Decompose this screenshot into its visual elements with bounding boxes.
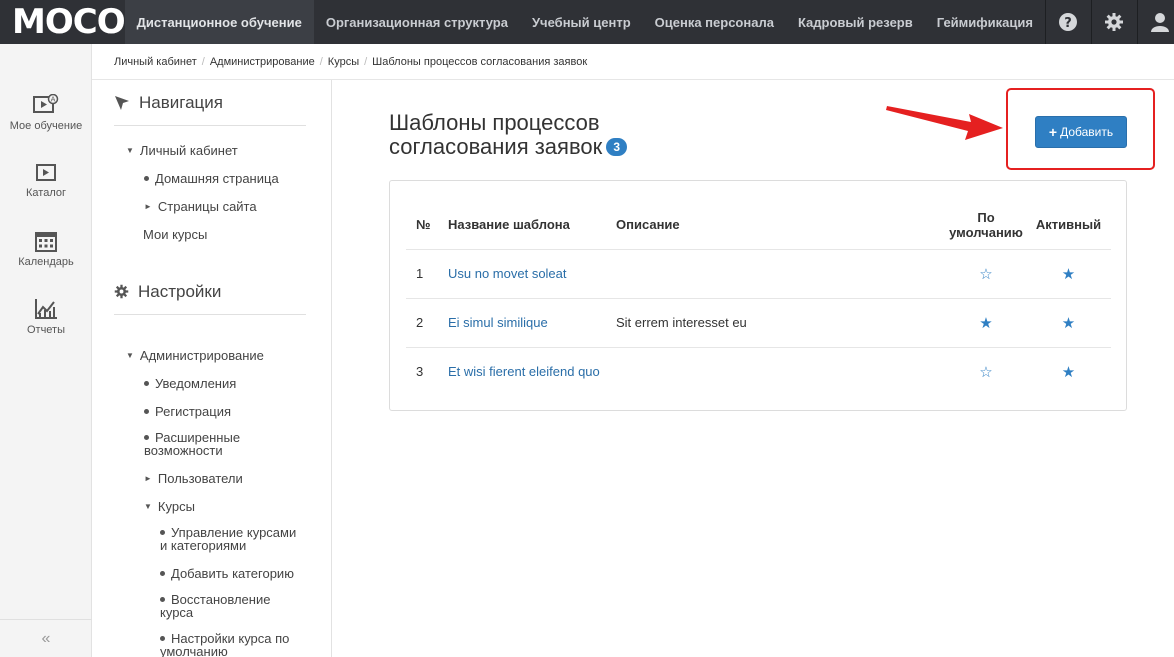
sidebar-item-course-restore[interactable]: Восстановление курса bbox=[160, 593, 270, 619]
sidebar-item-extended-features[interactable]: Расширенные возможности bbox=[144, 431, 240, 457]
sidebar-item-administration[interactable]: ▼ Администрирование bbox=[126, 349, 264, 364]
star-filled-icon[interactable]: ★ bbox=[1062, 266, 1075, 283]
templates-table: № Название шаблона Описание По умолчанию … bbox=[406, 201, 1111, 396]
star-filled-icon[interactable]: ★ bbox=[1062, 315, 1075, 332]
learning-icon: A bbox=[33, 94, 59, 113]
sidebar-item-users[interactable]: ► Пользователи bbox=[144, 472, 243, 487]
template-name-link[interactable]: Ei simul similique bbox=[448, 315, 548, 330]
rail-item-reports[interactable]: Отчеты bbox=[0, 298, 92, 336]
row-num: 3 bbox=[416, 364, 424, 380]
nav-personnel-assessment[interactable]: Оценка персонала bbox=[643, 0, 786, 44]
add-button[interactable]: + Добавить bbox=[1035, 116, 1127, 148]
page-title: Шаблоны процессов согласования заявок 3 bbox=[389, 111, 628, 159]
star-filled-icon[interactable]: ★ bbox=[979, 315, 992, 332]
catalog-icon bbox=[36, 164, 56, 181]
plus-icon: + bbox=[1048, 124, 1058, 140]
top-navbar: MOCO Дистанционное обучение Организацион… bbox=[0, 0, 1174, 44]
rail-item-calendar[interactable]: Календарь bbox=[0, 230, 92, 268]
col-name[interactable]: Название шаблона bbox=[448, 201, 616, 250]
sidebar-item-notifications[interactable]: Уведомления bbox=[144, 377, 236, 390]
templates-table-card: № Название шаблона Описание По умолчанию … bbox=[389, 180, 1127, 411]
moco-logo[interactable]: MOCO bbox=[0, 0, 126, 44]
gear-icon[interactable] bbox=[1090, 0, 1137, 44]
svg-text:?: ? bbox=[1065, 16, 1073, 31]
sidebar-item-my-courses[interactable]: Мои курсы bbox=[143, 228, 207, 241]
breadcrumb-administration[interactable]: Администрирование bbox=[210, 56, 315, 68]
sidebar: Навигация ▼ Личный кабинет Домашняя стран… bbox=[92, 80, 332, 657]
row-description bbox=[616, 249, 946, 299]
rail-item-my-learning[interactable]: A Мое обучение bbox=[0, 94, 92, 132]
star-outline-icon[interactable]: ☆ bbox=[979, 266, 992, 283]
sidebar-item-site-pages[interactable]: ► Страницы сайта bbox=[144, 200, 257, 215]
gear-icon bbox=[114, 284, 129, 299]
nav-distance-learning[interactable]: Дистанционное обучение bbox=[124, 0, 314, 44]
svg-text:A: A bbox=[51, 96, 56, 104]
star-outline-icon[interactable]: ☆ bbox=[979, 364, 992, 381]
table-row: 1 Usu no movet soleat ☆ ★ bbox=[406, 249, 1111, 299]
reports-icon bbox=[35, 299, 57, 319]
sidebar-item-cabinet[interactable]: ▼ Личный кабинет bbox=[126, 144, 238, 159]
user-icon[interactable] bbox=[1136, 0, 1174, 44]
nav-org-structure[interactable]: Организационная структура bbox=[314, 0, 520, 44]
sidebar-item-courses[interactable]: ▼ Курсы bbox=[144, 500, 195, 515]
col-num[interactable]: № bbox=[406, 201, 448, 250]
col-active[interactable]: Активный bbox=[1026, 201, 1111, 250]
breadcrumb-courses[interactable]: Курсы bbox=[328, 56, 359, 68]
row-num: 2 bbox=[406, 298, 448, 348]
sidebar-item-course-defaults[interactable]: Настройки курса по умолчанию bbox=[160, 632, 289, 657]
help-icon[interactable]: ? bbox=[1044, 0, 1091, 44]
table-row: 2 Ei simul similique Sit errem interesse… bbox=[406, 298, 1111, 348]
template-name-link[interactable]: Usu no movet soleat bbox=[448, 266, 567, 281]
left-rail: A Мое обучение Каталог Календарь Отчеты … bbox=[0, 44, 92, 657]
breadcrumb-cabinet[interactable]: Личный кабинет bbox=[114, 56, 197, 68]
template-name-link[interactable]: Et wisi fierent eleifend quo bbox=[448, 364, 600, 379]
sidebar-item-manage-courses[interactable]: Управление курсами и категориями bbox=[160, 526, 296, 552]
calendar-icon bbox=[35, 232, 57, 252]
breadcrumb-current: Шаблоны процессов согласования заявок bbox=[372, 55, 588, 68]
count-badge: 3 bbox=[606, 138, 628, 156]
nav-talent-pool[interactable]: Кадровый резерв bbox=[786, 0, 925, 44]
col-description[interactable]: Описание bbox=[616, 201, 946, 250]
col-default[interactable]: По умолчанию bbox=[946, 201, 1026, 250]
sidebar-item-add-category[interactable]: Добавить категорию bbox=[160, 567, 294, 580]
cursor-icon bbox=[115, 95, 129, 110]
sidebar-item-home[interactable]: Домашняя страница bbox=[144, 172, 279, 185]
star-filled-icon[interactable]: ★ bbox=[1062, 364, 1075, 381]
row-num: 1 bbox=[406, 249, 448, 299]
navigation-block-title[interactable]: Навигация bbox=[114, 80, 306, 126]
row-description: Sit errem interesset eu bbox=[616, 298, 946, 348]
settings-block-title[interactable]: Настройки bbox=[114, 269, 306, 315]
red-arrow-annotation bbox=[886, 106, 1003, 140]
sidebar-item-registration[interactable]: Регистрация bbox=[144, 405, 231, 418]
table-row: 3 Et wisi fierent eleifend quo ☆ ★ bbox=[406, 347, 1111, 396]
table-header-row: № Название шаблона Описание По умолчанию … bbox=[406, 201, 1111, 250]
breadcrumb: Личный кабинет / Администрирование / Кур… bbox=[92, 44, 1174, 80]
rail-item-catalog[interactable]: Каталог bbox=[0, 163, 92, 199]
row-description bbox=[616, 347, 946, 396]
collapse-rail-button[interactable]: « bbox=[0, 619, 92, 657]
nav-gamification[interactable]: Геймификация bbox=[925, 0, 1045, 44]
nav-training-center[interactable]: Учебный центр bbox=[520, 0, 643, 44]
